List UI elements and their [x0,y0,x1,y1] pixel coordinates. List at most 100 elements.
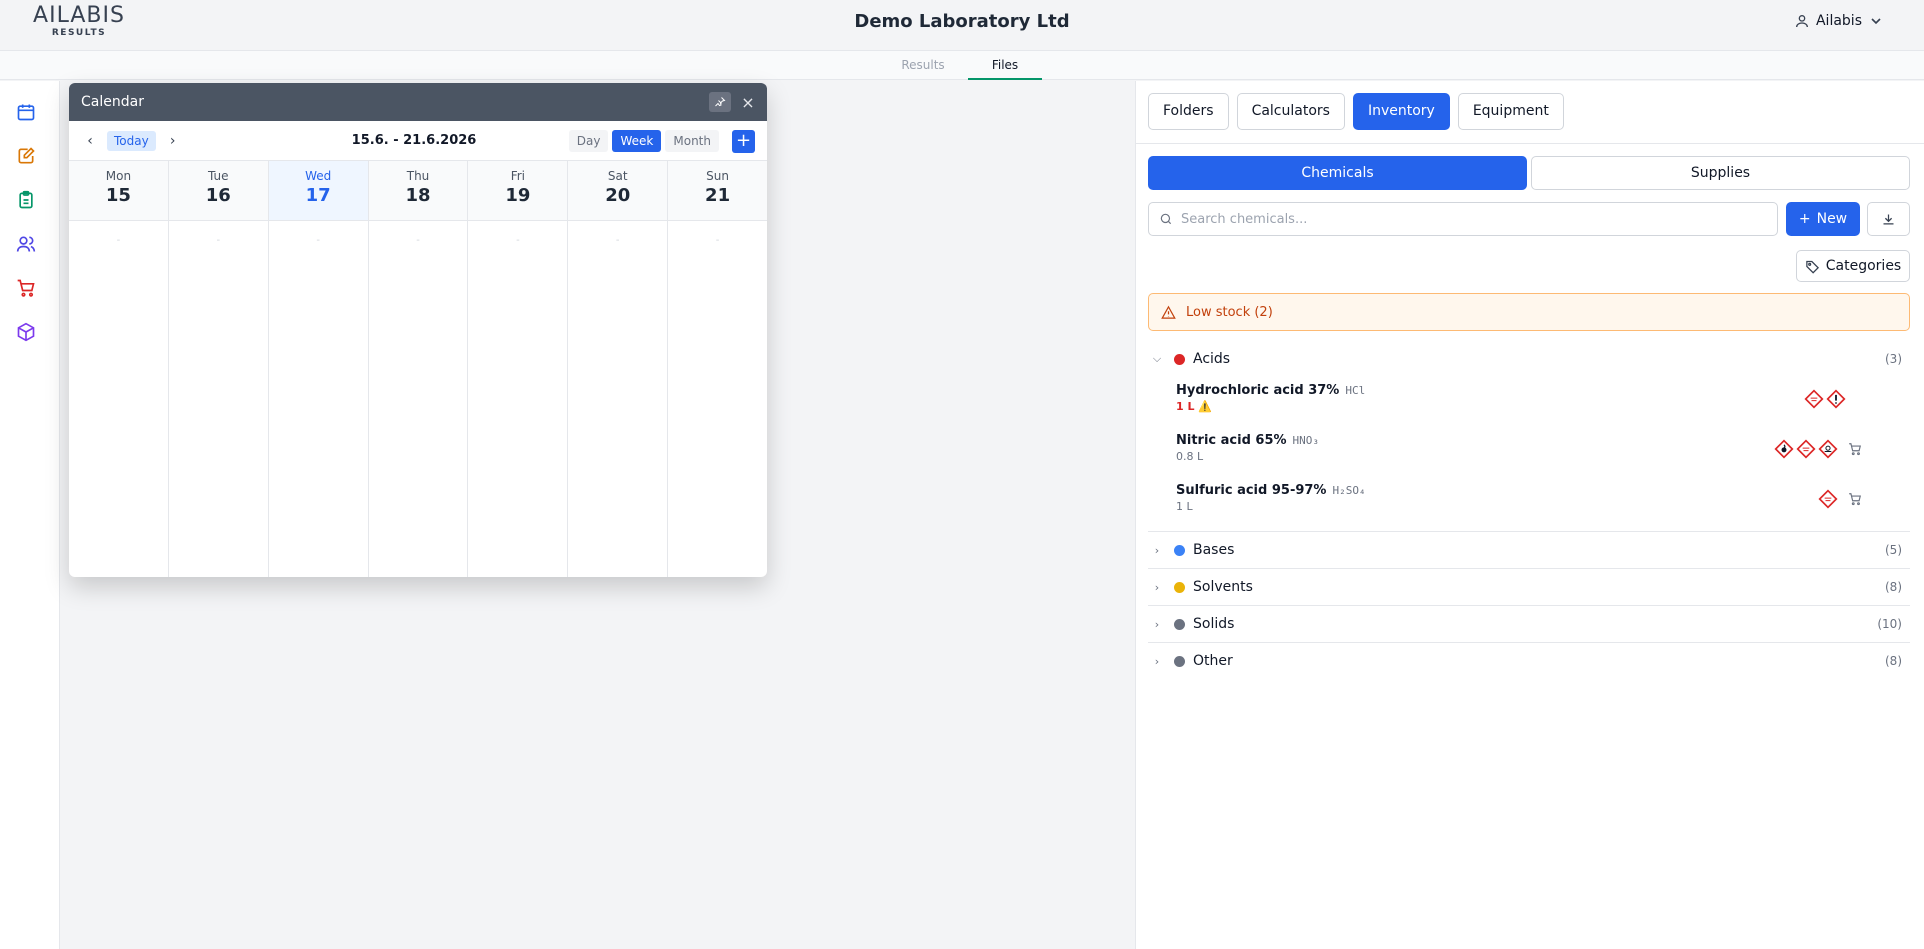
clipboard-icon [19,190,33,209]
hazard-pictograms [1774,439,1838,459]
corrosive-hazard-icon [1796,439,1816,459]
new-chemical-button[interactable]: + New [1786,202,1860,236]
hazard-pictograms [1818,489,1838,509]
group-solids[interactable]: › Solids (10) [1148,606,1910,642]
group-name: Other [1193,653,1233,669]
reorder-button[interactable] [1848,441,1862,460]
exclamation-hazard-icon [1826,389,1846,409]
reorder-button[interactable] [1848,491,1862,510]
group-solvents[interactable]: › Solvents (8) [1148,569,1910,605]
categories-button[interactable]: Categories [1796,250,1910,282]
group-color-dot [1174,544,1185,556]
next-week-button[interactable]: › [164,133,182,149]
search-field[interactable] [1148,202,1778,236]
rail-cart-button[interactable] [15,277,37,299]
chemical-row[interactable]: Sulfuric acid 95-97% H₂SO₄ 1 L [1176,483,1910,529]
download-button[interactable] [1867,202,1910,236]
logo-sub-text: RESULTS [51,28,107,38]
day-columns: - - - - - - - [69,221,767,577]
day-header-wed[interactable]: Wed 17 [268,161,369,220]
app-logo[interactable]: AILABIS RESULTS [24,3,134,39]
day-header-thu[interactable]: Thu 18 [368,161,469,220]
empty-day-marker: - [116,235,121,246]
calendar-title: Calendar [81,94,144,110]
tab-inventory[interactable]: Inventory [1352,93,1450,130]
segment-supplies[interactable]: Supplies [1531,156,1910,190]
day-column[interactable]: - [169,221,269,577]
tab-equipment[interactable]: Equipment [1457,93,1564,130]
day-date: 18 [405,185,431,206]
day-header-sat[interactable]: Sat 20 [568,161,669,220]
top-header: AILABIS RESULTS Demo Laboratory Ltd Aila… [0,0,1924,50]
add-event-button[interactable]: + [732,130,755,153]
group-other[interactable]: › Other (8) [1148,643,1910,679]
day-date: 16 [205,185,231,206]
chevron-down-icon: ⌵ [1152,352,1162,365]
day-name: Sun [706,169,729,183]
pin-button[interactable] [709,92,731,112]
calendar-toolbar: ‹ Today › 15.6. - 21.6.2026 Day Week Mon… [69,121,767,161]
tab-folders[interactable]: Folders [1148,93,1229,130]
view-week-button[interactable]: Week [612,130,662,152]
chemical-formula: HCl [1345,384,1366,397]
segment-chemicals[interactable]: Chemicals [1148,156,1527,190]
day-column[interactable]: - [468,221,569,577]
day-column[interactable]: - [668,221,767,577]
group-count: (8) [1885,654,1902,668]
panel-tabs: Folders Calculators Inventory Equipment [1148,93,1564,130]
chevron-right-icon: › [1154,580,1160,594]
search-input[interactable] [1181,211,1761,227]
empty-day-marker: - [715,235,720,246]
tab-results[interactable]: Results [893,51,953,80]
prev-week-button[interactable]: ‹ [81,133,99,149]
day-column[interactable]: - [269,221,369,577]
group-acids[interactable]: ⌵ Acids (3) [1148,341,1910,377]
rail-calendar-button[interactable] [15,101,37,123]
today-button[interactable]: Today [107,130,156,151]
cart-icon [1849,443,1861,456]
view-month-button[interactable]: Month [665,130,719,152]
group-count: (10) [1877,617,1902,631]
low-stock-banner[interactable]: Low stock (2) [1148,293,1910,331]
day-column[interactable]: - [369,221,469,577]
day-name: Sat [607,169,628,183]
rail-users-button[interactable] [15,233,37,255]
chemical-quantity: 1 L [1176,400,1195,413]
day-header-mon[interactable]: Mon 15 [69,161,169,220]
view-day-button[interactable]: Day [568,130,609,152]
close-icon[interactable]: × [741,93,755,112]
chemical-formula: HNO₃ [1292,434,1320,447]
group-name: Acids [1193,351,1231,367]
tab-calculators[interactable]: Calculators [1236,93,1345,130]
low-stock-label: Low stock (2) [1186,304,1273,320]
logo-main-text: AILABIS [33,3,125,28]
chemical-row[interactable]: Nitric acid 65% HNO₃ 0.8 L [1176,433,1910,479]
day-header-tue[interactable]: Tue 16 [168,161,269,220]
group-name: Solvents [1193,579,1253,595]
rail-package-button[interactable] [15,321,37,343]
hazard-pictograms [1804,389,1846,409]
tag-icon [1806,260,1819,274]
chemical-row[interactable]: Hydrochloric acid 37% HCl 1 L ⚠️ [1176,383,1910,429]
day-header-sun[interactable]: Sun 21 [668,161,767,220]
package-icon [17,322,35,342]
corrosive-hazard-icon [1818,489,1838,509]
group-bases[interactable]: › Bases (5) [1148,532,1910,568]
search-icon [1160,213,1172,225]
calendar-window[interactable]: Calendar × ‹ Today › 15.6. - 21.6.2026 D… [69,83,767,577]
day-column[interactable]: - [568,221,669,577]
day-column[interactable]: - [69,221,169,577]
user-menu[interactable]: Ailabis [1794,13,1884,29]
empty-day-marker: - [216,235,221,246]
day-header-fri[interactable]: Fri 19 [468,161,569,220]
chevron-right-icon: › [1154,617,1160,631]
tab-files[interactable]: Files [968,51,1042,80]
group-color-dot [1174,581,1185,593]
empty-day-marker: - [516,235,520,246]
rail-notebook-button[interactable] [15,145,37,167]
day-date: 17 [305,185,331,206]
rail-clipboard-button[interactable] [15,189,37,211]
user-icon [1795,15,1808,28]
calendar-titlebar[interactable]: Calendar × [69,83,767,121]
group-count: (8) [1885,580,1902,594]
